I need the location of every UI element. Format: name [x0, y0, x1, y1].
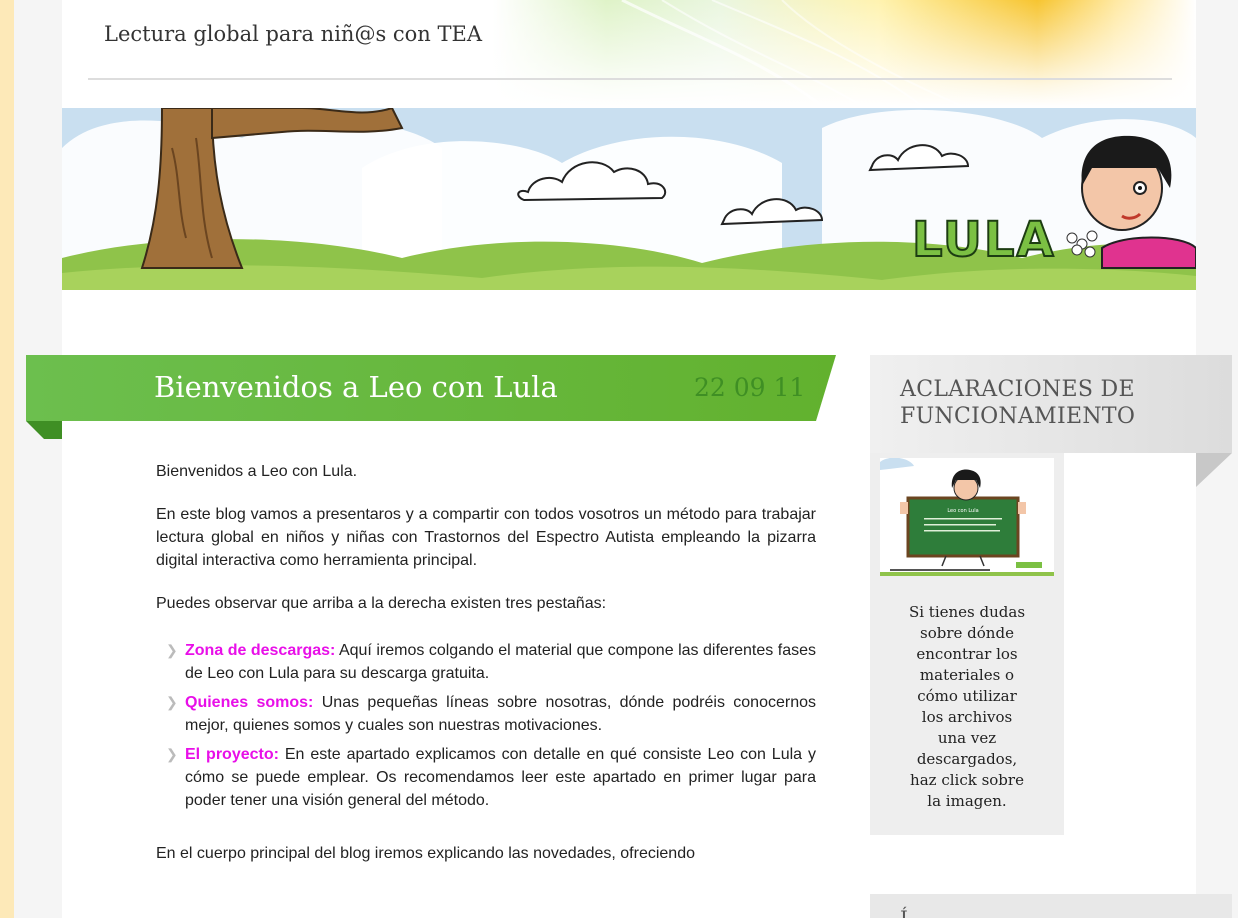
post-body: Bienvenidos a Leo con Lula. En este blog…	[156, 460, 816, 885]
list-item: ❯ Quienes somos: Unas pequeñas líneas so…	[156, 691, 816, 737]
post-paragraph: En este blog vamos a presentaros y a com…	[156, 506, 816, 569]
list-item: ❯ El proyecto: En este apartado explicam…	[156, 743, 816, 812]
chalkboard-title: Leo con Lula	[947, 508, 978, 514]
help-text-line: cómo utilizar	[917, 687, 1017, 705]
post-paragraph: Bienvenidos a Leo con Lula.	[156, 463, 358, 480]
next-sidebar-widget-header	[870, 894, 1232, 918]
post-date: 22 09 11	[694, 373, 805, 402]
lula-logo-text: LULA	[911, 211, 1056, 269]
chevron-right-icon: ❯	[166, 746, 178, 762]
help-text-line: los archivos	[921, 708, 1013, 726]
header-banner-image[interactable]: LULA	[62, 108, 1196, 290]
help-text-line: descargados,	[916, 750, 1018, 768]
blog-header: Lectura global para niñ@s con TEA	[62, 0, 1196, 106]
post-date-year: 11	[773, 373, 806, 402]
help-text-line: una vez	[937, 729, 997, 747]
chevron-right-icon: ❯	[166, 694, 178, 710]
help-text-line: encontrar los	[916, 645, 1018, 663]
next-sidebar-widget-title: Í	[900, 906, 908, 918]
post-paragraph: En el cuerpo principal del blog iremos e…	[156, 845, 695, 862]
page-background: Lectura global para niñ@s con TEA LULA B…	[14, 0, 1238, 918]
sidebar-widget-title-line: ACLARACIONES DE	[900, 377, 1135, 402]
post-date-month: 09	[733, 373, 766, 402]
header-swirl-decoration	[62, 0, 1196, 106]
chevron-right-icon: ❯	[166, 642, 178, 658]
site-title[interactable]: Lectura global para niñ@s con TEA	[104, 22, 482, 46]
help-text-line: Si tienes dudas	[908, 603, 1026, 621]
banner-illustration: LULA	[62, 108, 1196, 290]
tabs-description-list: ❯ Zona de descargas: Aquí iremos colgand…	[156, 639, 816, 812]
post-date-day: 22	[694, 373, 726, 402]
sidebar-widget-title: ACLARACIONES DE FUNCIONAMIENTO	[900, 376, 1135, 430]
sidebar-widget-title-line: FUNCIONAMIENTO	[900, 404, 1136, 429]
help-text-line: haz click sobre	[910, 771, 1024, 789]
help-text-line: la imagen.	[927, 792, 1007, 810]
list-item-text: En este apartado explicamos con detalle …	[185, 746, 816, 809]
list-item-term: Zona de descargas:	[185, 642, 336, 659]
post-paragraph: Puedes observar que arriba a la derecha …	[156, 595, 607, 612]
list-item-term: Quienes somos:	[185, 694, 314, 711]
help-image-link[interactable]: Leo con Lula	[880, 458, 1054, 576]
help-text-line: materiales o	[919, 666, 1015, 684]
post-title[interactable]: Bienvenidos a Leo con Lula	[154, 370, 558, 404]
list-item-term: El proyecto:	[185, 746, 279, 763]
chalkboard-thumbnail: Leo con Lula	[880, 458, 1054, 576]
sidebar-help-text: Si tienes dudas sobre dónde encontrar lo…	[874, 602, 1060, 812]
help-text-line: sobre dónde	[920, 624, 1014, 642]
svg-text:LULA: LULA	[912, 212, 1056, 268]
list-item: ❯ Zona de descargas: Aquí iremos colgand…	[156, 639, 816, 685]
header-divider	[88, 78, 1172, 80]
